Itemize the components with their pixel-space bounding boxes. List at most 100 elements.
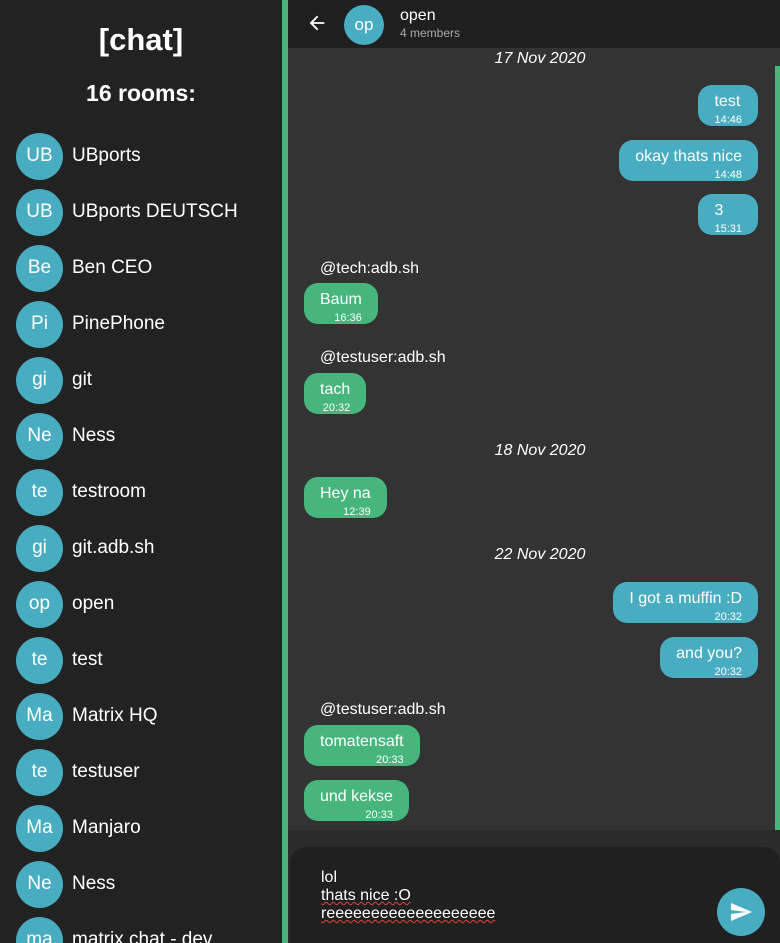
arrow-left-icon	[309, 15, 325, 31]
room-name: git	[72, 369, 93, 390]
room-sidebar: [chat] 16 rooms: UB UBports UB UBports DEU…	[0, 0, 282, 943]
message-bubble-incoming[interactable]: und kekse 20:33	[304, 780, 409, 821]
message-time: 20:32	[714, 666, 742, 678]
message-text: and you?	[676, 645, 742, 662]
room-name: Ness	[72, 425, 116, 446]
message-bubble-incoming[interactable]: tomatensaft 20:33	[304, 725, 420, 766]
message-bubble-outgoing[interactable]: okay thats nice 14:48	[619, 140, 758, 181]
room-item[interactable]: UB UBports DEUTSCH	[0, 184, 282, 240]
room-item[interactable]: gi git	[0, 352, 282, 408]
room-name: matrix chat - dev	[72, 929, 213, 943]
message-text: test	[714, 93, 741, 110]
message-text: tach	[320, 381, 351, 398]
room-item[interactable]: te testroom	[0, 464, 282, 520]
message-bubble-outgoing[interactable]: and you? 20:32	[660, 637, 758, 678]
room-list: UB UBports UB UBports DEUTSCH Be Ben CEO Pi…	[0, 128, 282, 943]
message-bubble-incoming[interactable]: Hey na 12:39	[304, 477, 387, 518]
room-avatar: Pi	[16, 300, 63, 348]
room-item[interactable]: ma matrix chat - dev	[0, 912, 282, 943]
message-time: 16:36	[334, 312, 362, 324]
room-avatar: Be	[16, 244, 63, 292]
room-name: testuser	[72, 761, 140, 782]
room-avatar: Ma	[16, 692, 63, 740]
room-name: Ben CEO	[72, 257, 153, 278]
room-item[interactable]: Ne Ness	[0, 856, 282, 912]
message-time: 15:31	[714, 223, 742, 235]
input-line: reeeeeeeeeeeeeeeeeee	[321, 905, 495, 923]
message-time: 20:32	[714, 611, 742, 623]
input-line-spellcheck: reeeeeeeeeeeeeeeeeee	[321, 905, 496, 922]
room-avatar: op	[344, 5, 384, 45]
room-avatar: UB	[16, 188, 63, 236]
room-title: open	[400, 7, 436, 24]
message-time: 14:48	[714, 169, 742, 181]
room-name: open	[72, 593, 115, 614]
message-input[interactable]: lol thats nice :O reeeeeeeeeeeeeeeeeee	[321, 869, 495, 923]
room-avatar: UB	[16, 132, 63, 180]
room-item[interactable]: Pi PinePhone	[0, 296, 282, 352]
sender-name: @testuser:adb.sh	[320, 349, 446, 366]
room-item[interactable]: gi git.adb.sh	[0, 520, 282, 576]
message-bubble-incoming[interactable]: tach 20:32	[304, 373, 367, 414]
message-time: 20:33	[365, 809, 393, 821]
message-timeline[interactable]: 17 Nov 2020 test 14:46 okay thats nice 1…	[288, 48, 780, 830]
message-bubble-incoming[interactable]: Baum 16:36	[304, 283, 378, 324]
room-name: testroom	[72, 481, 146, 502]
room-avatar: gi	[16, 356, 63, 404]
room-avatar: te	[16, 468, 63, 516]
room-item[interactable]: Be Ben CEO	[0, 240, 282, 296]
room-name: UBports DEUTSCH	[72, 201, 238, 222]
room-avatar: ma	[16, 916, 63, 943]
room-name: UBports	[72, 145, 141, 166]
message-time: 14:46	[714, 114, 742, 126]
date-separator: 18 Nov 2020	[494, 442, 586, 459]
send-button[interactable]	[717, 888, 765, 936]
input-line: lol	[321, 869, 338, 886]
room-name: Ness	[72, 873, 116, 894]
message-text: tomatensaft	[320, 733, 404, 750]
room-avatar: Ne	[16, 412, 63, 460]
room-item[interactable]: op open	[0, 576, 282, 632]
message-bubble-outgoing[interactable]: I got a muffin :D 20:32	[613, 582, 758, 623]
room-item[interactable]: UB UBports	[0, 128, 282, 184]
message-text: Hey na	[320, 485, 371, 502]
room-item[interactable]: te test	[0, 632, 282, 688]
message-composer: lol thats nice :O reeeeeeeeeeeeeeeeeee	[290, 847, 780, 943]
room-name: Manjaro	[72, 817, 141, 838]
send-icon	[731, 903, 752, 921]
message-text: Baum	[320, 291, 362, 308]
room-name: Matrix HQ	[72, 705, 158, 726]
message-bubble-outgoing[interactable]: 3 15:31	[698, 194, 758, 235]
room-item[interactable]: Ma Manjaro	[0, 800, 282, 856]
input-line-spellcheck: thats nice :O	[321, 887, 411, 904]
input-line: thats nice :O	[321, 887, 495, 905]
message-text: und kekse	[320, 788, 393, 805]
chat-header: op open 4 members	[288, 0, 780, 48]
message-time: 20:33	[376, 754, 404, 766]
date-separator: 22 Nov 2020	[494, 546, 586, 563]
back-button[interactable]	[306, 12, 328, 34]
room-name: git.adb.sh	[72, 537, 155, 558]
room-avatar: op	[16, 580, 63, 628]
room-avatar: te	[16, 636, 63, 684]
room-avatar: Ne	[16, 860, 63, 908]
room-item[interactable]: Ne Ness	[0, 408, 282, 464]
member-count: 4 members	[400, 26, 461, 40]
room-avatar: te	[16, 748, 63, 796]
room-item[interactable]: te testuser	[0, 744, 282, 800]
rooms-count: 16 rooms:	[86, 80, 196, 106]
message-text: 3	[714, 202, 724, 219]
date-separator: 17 Nov 2020	[494, 50, 586, 67]
app-title: [chat]	[98, 22, 184, 57]
message-text: I got a muffin :D	[629, 590, 742, 607]
message-text: okay thats nice	[635, 148, 742, 165]
room-avatar: gi	[16, 524, 63, 572]
room-avatar: Ma	[16, 804, 63, 852]
message-bubble-outgoing[interactable]: test 14:46	[698, 85, 758, 126]
room-name: PinePhone	[72, 313, 165, 334]
room-item[interactable]: Ma Matrix HQ	[0, 688, 282, 744]
message-time: 20:32	[322, 402, 351, 414]
sender-name: @tech:adb.sh	[320, 260, 419, 277]
sender-name: @testuser:adb.sh	[320, 701, 446, 718]
room-name: test	[72, 649, 103, 670]
